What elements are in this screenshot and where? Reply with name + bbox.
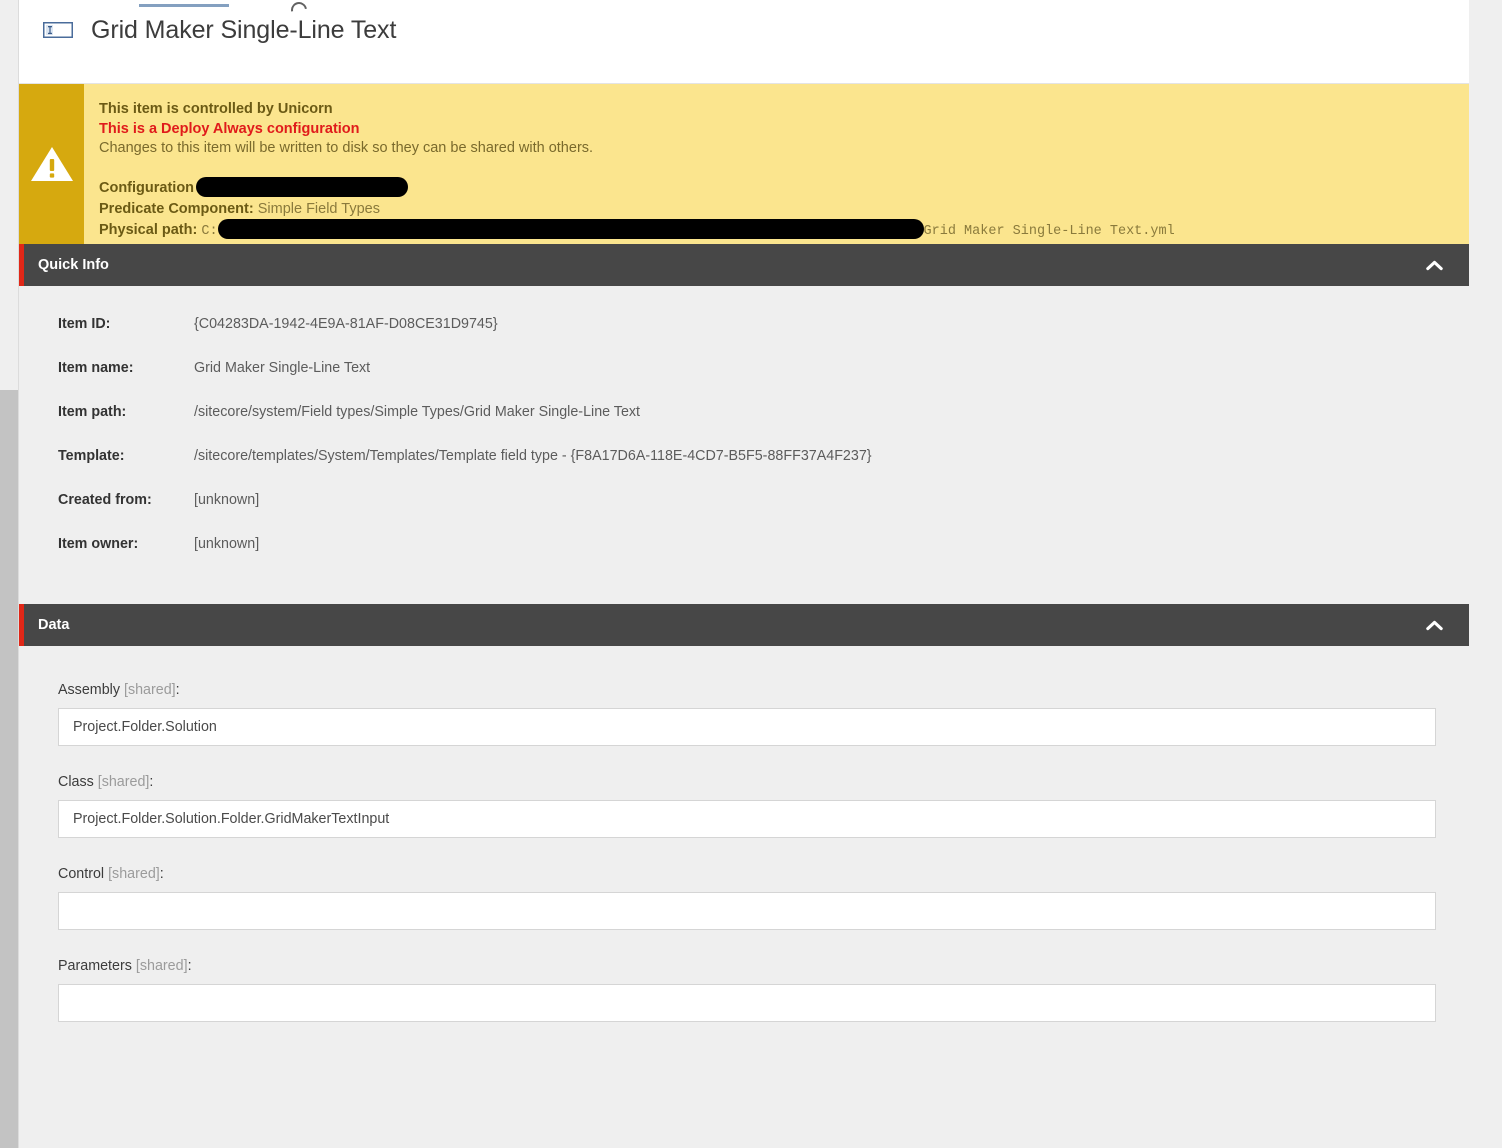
- class-field-block: Class [shared]:: [19, 774, 1469, 838]
- quick-info-value: [unknown]: [194, 492, 259, 508]
- quick-info-value: Grid Maker Single-Line Text: [194, 360, 370, 376]
- class-label-text: Class: [58, 774, 94, 790]
- single-line-text-field-icon: [42, 18, 74, 42]
- assembly-label-text: Assembly: [58, 682, 120, 698]
- item-header: Grid Maker Single-Line Text: [19, 0, 1469, 84]
- quick-info-row: Item name: Grid Maker Single-Line Text: [19, 360, 1469, 404]
- parameters-label-text: Parameters: [58, 958, 132, 974]
- vertical-scrollbar-track[interactable]: [0, 0, 18, 1148]
- quick-info-label: Item owner:: [58, 536, 194, 552]
- quick-info-section-header[interactable]: Quick Info: [19, 244, 1469, 286]
- class-field-label: Class [shared]:: [58, 774, 1436, 790]
- class-input[interactable]: [58, 800, 1436, 838]
- quick-info-label: Item name:: [58, 360, 194, 376]
- assembly-shared-tag: [shared]: [124, 682, 176, 698]
- unicorn-physical-path-row: Physical path: C: Grid Maker Single-Line …: [99, 220, 1469, 240]
- physical-path-label: Physical path:: [99, 222, 197, 238]
- assembly-input[interactable]: [58, 708, 1436, 746]
- quick-info-row: Item owner: [unknown]: [19, 536, 1469, 580]
- unicorn-warning-banner: This item is controlled by Unicorn This …: [19, 84, 1469, 244]
- item-editor-panel: Grid Maker Single-Line Text This item is…: [19, 0, 1469, 1148]
- predicate-component-label: Predicate Component:: [99, 201, 254, 217]
- unicorn-configuration-row: Configuration: [99, 178, 1469, 198]
- assembly-field-block: Assembly [shared]:: [19, 682, 1469, 746]
- quick-info-value: /sitecore/system/Field types/Simple Type…: [194, 404, 640, 420]
- parameters-shared-tag: [shared]: [136, 958, 188, 974]
- unicorn-predicate-row: Predicate Component: Simple Field Types: [99, 202, 1469, 217]
- control-label-colon: :: [160, 866, 164, 882]
- control-field-label: Control [shared]:: [58, 866, 1436, 882]
- quick-info-label: Item path:: [58, 404, 194, 420]
- quick-info-row: Template: /sitecore/templates/System/Tem…: [19, 448, 1469, 492]
- control-field-block: Control [shared]:: [19, 866, 1469, 930]
- quick-info-value: {C04283DA-1942-4E9A-81AF-D08CE31D9745}: [194, 316, 498, 332]
- class-shared-tag: [shared]: [98, 774, 150, 790]
- quick-info-row: Created from: [unknown]: [19, 492, 1469, 536]
- class-label-colon: :: [149, 774, 153, 790]
- page-title: Grid Maker Single-Line Text: [91, 16, 396, 45]
- predicate-component-value: Simple Field Types: [258, 201, 380, 217]
- unicorn-deploy-always-text: This is a Deploy Always configuration: [99, 122, 1469, 137]
- assembly-label-colon: :: [176, 682, 180, 698]
- parameters-label-colon: :: [188, 958, 192, 974]
- unicorn-controlled-text: This item is controlled by Unicorn: [99, 102, 1469, 117]
- quick-info-label: Created from:: [58, 492, 194, 508]
- parameters-field-block: Parameters [shared]:: [19, 958, 1469, 1022]
- data-section-body: Assembly [shared]: Class [shared]: Contr…: [19, 646, 1469, 1022]
- physical-path-filename: Grid Maker Single-Line Text.yml: [924, 224, 1175, 239]
- data-section-chevron-up-icon[interactable]: [1415, 604, 1453, 646]
- parameters-field-label: Parameters [shared]:: [58, 958, 1436, 974]
- unicorn-description-text: Changes to this item will be written to …: [99, 141, 1469, 156]
- physical-path-redaction-bar: [218, 219, 924, 239]
- quick-info-row: Item path: /sitecore/system/Field types/…: [19, 404, 1469, 448]
- quick-info-body: Item ID: {C04283DA-1942-4E9A-81AF-D08CE3…: [19, 286, 1469, 604]
- quick-info-label: Template:: [58, 448, 194, 464]
- control-shared-tag: [shared]: [108, 866, 160, 882]
- assembly-field-label: Assembly [shared]:: [58, 682, 1436, 698]
- parameters-input[interactable]: [58, 984, 1436, 1022]
- quick-info-row: Item ID: {C04283DA-1942-4E9A-81AF-D08CE3…: [19, 316, 1469, 360]
- configuration-label: Configuration: [99, 179, 194, 195]
- quick-info-value: /sitecore/templates/System/Templates/Tem…: [194, 448, 872, 464]
- quick-info-value: [unknown]: [194, 536, 259, 552]
- physical-path-prefix: C:: [201, 224, 217, 239]
- content-editor-screen: Grid Maker Single-Line Text This item is…: [0, 0, 1502, 1148]
- vertical-scrollbar-thumb[interactable]: [0, 390, 18, 1148]
- data-section-title: Data: [24, 617, 69, 633]
- warning-icon-column: [19, 84, 84, 244]
- data-section-header[interactable]: Data: [19, 604, 1469, 646]
- control-input[interactable]: [58, 892, 1436, 930]
- warning-triangle-icon: [30, 145, 74, 183]
- configuration-redaction-bar: [196, 177, 408, 197]
- control-label-text: Control: [58, 866, 104, 882]
- right-margin-filler: [1469, 0, 1502, 1148]
- quick-info-chevron-up-icon[interactable]: [1415, 244, 1453, 286]
- partial-toolbar-artifact: [139, 4, 229, 7]
- quick-info-label: Item ID:: [58, 316, 194, 332]
- quick-info-title: Quick Info: [24, 257, 109, 273]
- unicorn-banner-body: This item is controlled by Unicorn This …: [84, 84, 1469, 244]
